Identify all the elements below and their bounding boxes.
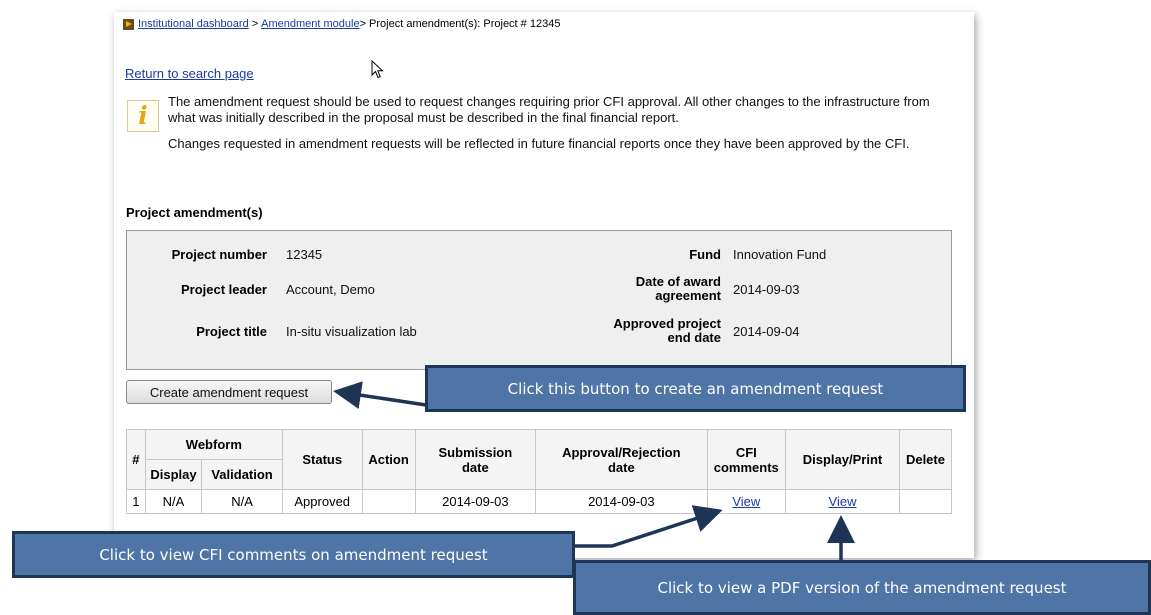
arrow-to-cfi-comments <box>574 505 723 548</box>
cfi-comments-callout: Click to view CFI comments on amendment … <box>12 531 575 578</box>
arrow-to-create-button <box>333 381 427 409</box>
create-request-callout: Click this button to create an amendment… <box>425 365 966 412</box>
pdf-version-callout: Click to view a PDF version of the amend… <box>573 560 1151 615</box>
callout-arrows <box>333 381 855 562</box>
